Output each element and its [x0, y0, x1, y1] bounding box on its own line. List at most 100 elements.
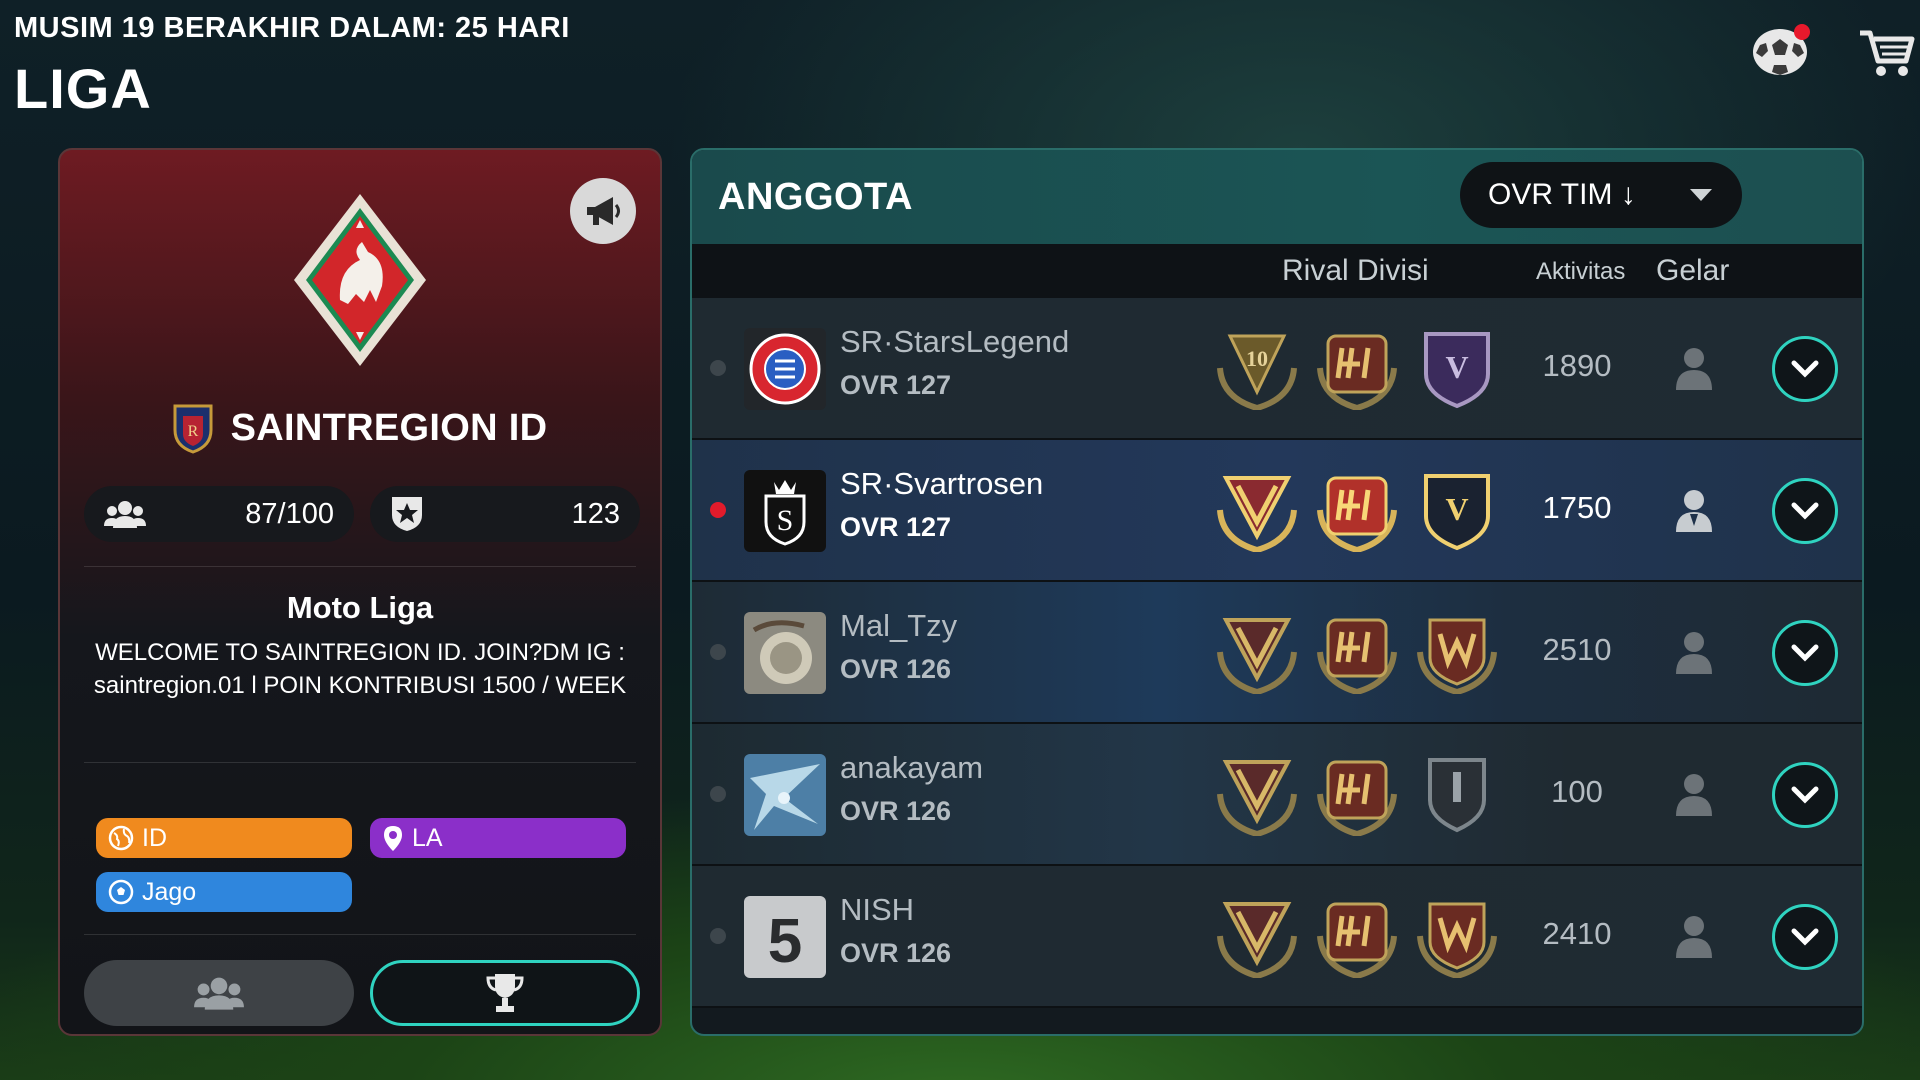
player-name: NISH: [840, 892, 915, 927]
level-tag-label: Jago: [142, 877, 197, 906]
member-count-pill: 87/100: [84, 486, 354, 542]
club-description: WELCOME TO SAINTREGION ID. JOIN?DM IG : …: [93, 639, 627, 699]
avatar: [744, 328, 826, 410]
expand-button[interactable]: [1772, 762, 1838, 828]
club-badge-icon: R: [173, 404, 213, 454]
division-rank-badge-icon: [1317, 902, 1397, 978]
trophy-icon: [486, 974, 524, 1012]
soccer-ball-icon[interactable]: [1746, 22, 1814, 82]
chevron-down-icon: [1791, 360, 1819, 378]
member-role-icon: [1676, 348, 1712, 390]
club-rating: 123: [571, 497, 620, 530]
division-rank-badge-icon: [1317, 618, 1397, 694]
announcement-button[interactable]: [570, 178, 636, 244]
status-dot: [710, 644, 726, 660]
activity-points: 1890: [1542, 348, 1612, 383]
divider: [84, 566, 636, 567]
members-tab-button[interactable]: [84, 960, 354, 1026]
svg-text:10: 10: [1246, 346, 1268, 371]
activity-points: 100: [1551, 774, 1603, 809]
player-ovr: OVR 127: [840, 512, 952, 542]
division-rank-badge-icon: [1317, 760, 1397, 836]
activity-points: 2510: [1542, 632, 1612, 667]
division-rank-badge-icon: [1317, 334, 1397, 410]
notification-dot: [1794, 24, 1810, 40]
page-title: LIGA: [14, 57, 152, 120]
club-name-row: R SAINTREGION ID: [60, 402, 660, 454]
player-name: anakayam: [840, 750, 984, 785]
status-dot: [710, 502, 726, 518]
member-row[interactable]: Mal_Tzy OVR 126 2510: [692, 582, 1862, 724]
title-badge-icon: [1428, 758, 1486, 833]
title-badge-icon: [1417, 618, 1497, 694]
player-name: SR·StarsLegend: [840, 324, 1070, 359]
club-rating-pill: 123: [370, 486, 640, 542]
divider: [84, 934, 636, 935]
club-crest-icon: [294, 194, 426, 366]
avatar: 5: [744, 896, 826, 978]
location-tag: LA: [370, 818, 626, 858]
soccer-ball-icon: [108, 879, 134, 905]
member-role-icon: [1676, 774, 1712, 816]
location-pin-icon: [384, 826, 402, 851]
player-ovr: OVR 126: [840, 796, 952, 826]
column-activity: Aktivitas: [1536, 258, 1626, 285]
members-icon: [194, 977, 244, 1010]
club-panel: R SAINTREGION ID 87/100 123 Moto Liga WE…: [58, 148, 662, 1036]
svg-text:V: V: [1445, 349, 1468, 385]
club-name: SAINTREGION ID: [230, 406, 548, 449]
svg-text:S: S: [777, 504, 794, 537]
chevron-down-icon: [1791, 502, 1819, 520]
region-tag-label: ID: [142, 823, 167, 852]
expand-button[interactable]: [1772, 478, 1838, 544]
member-row[interactable]: S SR·Svartrosen OVR 127 V 1750: [692, 440, 1862, 582]
rival-rank-badge-icon: [1217, 760, 1297, 836]
title-badge-icon: V: [1424, 474, 1490, 551]
activity-points: 1750: [1542, 490, 1612, 525]
divider: [84, 762, 636, 763]
avatar: [744, 612, 826, 694]
avatar: S: [744, 470, 826, 552]
season-countdown: MUSIM 19 BERAKHIR DALAM: 25 HARI: [14, 12, 570, 44]
shield-star-icon: [392, 497, 422, 531]
region-tag: ID: [96, 818, 352, 858]
trophy-tab-button[interactable]: [370, 960, 640, 1026]
chevron-down-icon: [1791, 644, 1819, 662]
member-role-icon: [1676, 490, 1712, 532]
member-row[interactable]: 5 NISH OVR 126 2410: [692, 866, 1862, 1008]
svg-text:R: R: [187, 423, 198, 440]
title-badge-icon: [1417, 902, 1497, 978]
svg-text:V: V: [1445, 491, 1468, 527]
members-list: SR·StarsLegend OVR 127 10 V 1890 S SR·Sv…: [692, 298, 1862, 1008]
member-role-icon: [1676, 632, 1712, 674]
avatar: [744, 754, 826, 836]
rival-rank-badge-icon: [1217, 618, 1297, 694]
members-header: ANGGOTA OVR TIM ↓: [692, 150, 1862, 244]
member-row[interactable]: anakayam OVR 126 100: [692, 724, 1862, 866]
column-rival: Rival Divisi: [1282, 254, 1429, 287]
title-badge-icon: V: [1424, 332, 1490, 409]
member-count: 87/100: [245, 497, 334, 530]
chevron-down-icon: [1690, 189, 1712, 201]
member-row[interactable]: SR·StarsLegend OVR 127 10 V 1890: [692, 298, 1862, 440]
cart-icon[interactable]: [1852, 22, 1920, 82]
member-role-icon: [1676, 916, 1712, 958]
chevron-down-icon: [1791, 928, 1819, 946]
expand-button[interactable]: [1772, 336, 1838, 402]
sort-label: OVR TIM ↓: [1488, 178, 1636, 211]
expand-button[interactable]: [1772, 904, 1838, 970]
status-dot: [710, 786, 726, 802]
player-ovr: OVR 127: [840, 370, 952, 400]
location-tag-label: LA: [412, 823, 443, 852]
sort-dropdown[interactable]: OVR TIM ↓: [1460, 162, 1742, 228]
members-title: ANGGOTA: [718, 176, 913, 218]
chevron-down-icon: [1791, 786, 1819, 804]
status-dot: [710, 360, 726, 376]
status-dot: [710, 928, 726, 944]
league-name: Moto Liga: [286, 590, 434, 625]
player-ovr: OVR 126: [840, 654, 952, 684]
rival-rank-badge-icon: [1217, 902, 1297, 978]
player-name: SR·Svartrosen: [840, 466, 1044, 501]
expand-button[interactable]: [1772, 620, 1838, 686]
activity-points: 2410: [1542, 916, 1612, 951]
